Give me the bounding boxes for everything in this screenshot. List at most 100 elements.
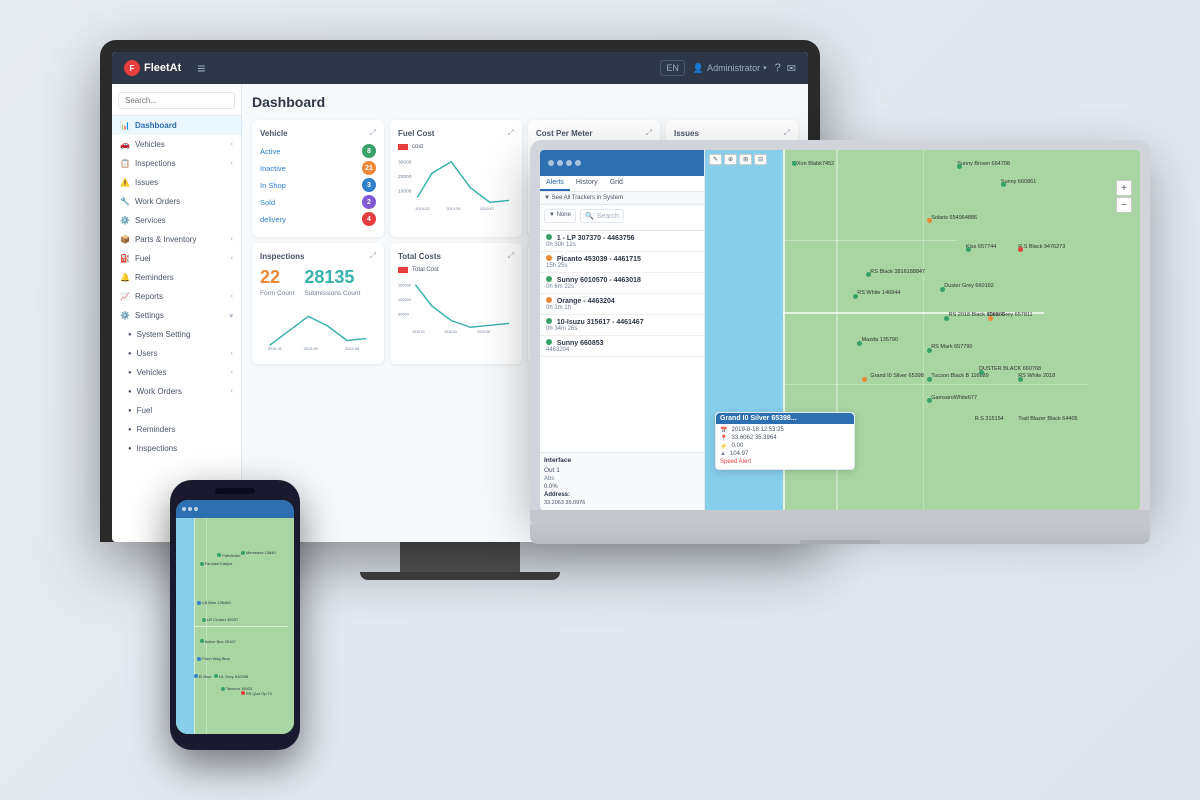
hamburger-icon[interactable]: ≡ bbox=[197, 60, 205, 76]
city-label-9: Duster Grey 660192 bbox=[944, 283, 994, 289]
arrow-icon: ‹ bbox=[231, 293, 233, 300]
popup-speed-label: ⚡ bbox=[720, 443, 727, 450]
sidebar-item-vehicles[interactable]: 🚗 Vehicles ‹ bbox=[112, 135, 241, 154]
phone-marker-label: LR Cruiser 35257 bbox=[207, 617, 238, 622]
tracker-item[interactable]: Sunny 6010570 - 4463018 0h 6m 22s bbox=[540, 273, 704, 294]
sidebar-item-dashboard[interactable]: 📊 Dashboard bbox=[112, 116, 241, 135]
city-label-3: Sunny 660861 bbox=[1001, 179, 1036, 185]
help-icon[interactable]: ? bbox=[775, 62, 781, 75]
sidebar-item-inspections[interactable]: 📋 Inspections ‹ bbox=[112, 154, 241, 173]
user-menu[interactable]: 👤 Administrator ▾ bbox=[693, 63, 767, 74]
tool-btn-1[interactable]: ✎ bbox=[709, 154, 722, 165]
header-dot bbox=[575, 160, 581, 166]
expand-icon[interactable]: ⤢ bbox=[508, 128, 514, 138]
form-count-label: Form Count bbox=[260, 290, 294, 297]
expand-icon[interactable]: ⤢ bbox=[784, 128, 790, 138]
tracker-info: 0h 1m 1h bbox=[546, 305, 698, 311]
detail-value: 0.0% bbox=[544, 484, 700, 490]
sidebar-item-reports[interactable]: 📈 Reports ‹ bbox=[112, 287, 241, 306]
fuel-legend: cost bbox=[398, 144, 514, 150]
sidebar-label: Inspections bbox=[137, 444, 177, 453]
phone-marker-label: Farm Wag Blue bbox=[202, 656, 230, 661]
arrow-icon: ‹ bbox=[231, 141, 233, 148]
tab-history[interactable]: History bbox=[570, 176, 604, 191]
reports-icon: 📈 bbox=[120, 292, 130, 301]
laptop: Alerts History Grid ▼ See All Trackers i… bbox=[530, 140, 1150, 600]
tab-grid[interactable]: Grid bbox=[604, 176, 629, 191]
sidebar-item-users[interactable]: ● Users ‹ bbox=[112, 344, 241, 363]
sidebar-item-workorders2[interactable]: ● Work Orders ‹ bbox=[112, 382, 241, 401]
sidebar-item-fuel[interactable]: ⛽ Fuel ‹ bbox=[112, 249, 241, 268]
phone-dot bbox=[182, 507, 186, 511]
fuel2-icon: ● bbox=[128, 408, 132, 414]
city-label-2: Sunny Brown 664708 bbox=[957, 161, 1010, 167]
zoom-out-btn[interactable]: − bbox=[1116, 197, 1132, 213]
tab-alerts[interactable]: Alerts bbox=[540, 176, 570, 191]
none-filter[interactable]: ▼ None bbox=[544, 209, 576, 223]
issues-title: Issues bbox=[674, 129, 699, 138]
mail-icon[interactable]: ✉ bbox=[787, 62, 796, 75]
city-label-6: R.S Black 9476273 bbox=[1018, 244, 1065, 250]
tracker-item[interactable]: Sunny 660853 4463204 bbox=[540, 336, 704, 357]
tracker-info: 15h 25s bbox=[546, 263, 698, 269]
tool-btn-3[interactable]: ⊞ bbox=[739, 154, 752, 165]
map-app: Alerts History Grid ▼ See All Trackers i… bbox=[540, 150, 1140, 510]
map-info-popup: Grand I0 Silver 65398... 📅 2019-8-18 12:… bbox=[715, 412, 855, 470]
map-sidebar: Alerts History Grid ▼ See All Trackers i… bbox=[540, 150, 705, 510]
tracker-item[interactable]: Orange - 4463204 0h 1m 1h bbox=[540, 294, 704, 315]
workorders2-icon: ● bbox=[128, 389, 132, 395]
inspections-card-title: Inspections bbox=[260, 252, 304, 261]
sidebar-item-reminders2[interactable]: ● Reminders bbox=[112, 420, 241, 439]
submissions-label: Submissions Count bbox=[304, 290, 360, 297]
sidebar-item-parts[interactable]: 📦 Parts & Inventory ‹ bbox=[112, 230, 241, 249]
header-dot bbox=[548, 160, 554, 166]
tool-btn-4[interactable]: ⊟ bbox=[754, 154, 767, 165]
sidebar-item-issues[interactable]: ⚠️ Issues bbox=[112, 173, 241, 192]
sidebar-item-settings[interactable]: ⚙️ Settings ▾ bbox=[112, 306, 241, 325]
arrow-icon: ‹ bbox=[231, 255, 233, 262]
expand-icon[interactable]: ⤢ bbox=[370, 251, 376, 261]
tracker-selector[interactable]: ▼ See All Trackers in System bbox=[540, 192, 704, 205]
inspections-stats: 22 Form Count 28135 Submissions Count bbox=[260, 267, 376, 297]
expand-icon[interactable]: ⤢ bbox=[508, 251, 514, 261]
tool-btn-2[interactable]: ⊕ bbox=[724, 154, 737, 165]
road-h3 bbox=[783, 384, 1088, 385]
road-h2 bbox=[783, 240, 957, 241]
sidebar-item-inspections2[interactable]: ● Inspections bbox=[112, 439, 241, 458]
sidebar-item-services[interactable]: ⚙️ Services bbox=[112, 211, 241, 230]
tracker-info: 0h 30h 12s bbox=[546, 242, 698, 248]
sidebar-item-workorders[interactable]: 🔧 Work Orders bbox=[112, 192, 241, 211]
map-header-dots bbox=[548, 160, 581, 166]
search-box[interactable]: 🔍 Search bbox=[580, 209, 624, 223]
vehicle-card: Vehicle ⤢ Active 8 Inactive bbox=[252, 120, 384, 237]
map-background: XiXon Blabk7452 Sunny Brown 664708 Sunny… bbox=[705, 150, 1140, 510]
search-input[interactable] bbox=[118, 92, 235, 109]
inactive-count: 21 bbox=[362, 161, 376, 175]
sidebar-item-system[interactable]: ● System Setting bbox=[112, 325, 241, 344]
expand-icon[interactable]: ⤢ bbox=[370, 128, 376, 138]
expand-icon[interactable]: ⤢ bbox=[646, 128, 652, 138]
svg-text:2019-05: 2019-05 bbox=[304, 347, 318, 351]
lang-selector[interactable]: EN bbox=[660, 60, 685, 76]
zoom-in-btn[interactable]: + bbox=[1116, 180, 1132, 196]
vehicle-stat-active: Active 8 bbox=[260, 144, 376, 158]
svg-text:150000: 150000 bbox=[398, 284, 411, 288]
arrow-icon: ‹ bbox=[231, 388, 233, 395]
tracker-item[interactable]: Picanto 453039 - 4461715 15h 25s bbox=[540, 252, 704, 273]
sidebar-item-reminders[interactable]: 🔔 Reminders bbox=[112, 268, 241, 287]
tracker-item[interactable]: 10-Isuzu 315617 - 4461467 0h 34m 26s bbox=[540, 315, 704, 336]
fuel-cost-card: Fuel Cost ⤢ cost 30000 20000 bbox=[390, 120, 522, 237]
tracker-item[interactable]: 1 - LP 307370 - 4463756 0h 30h 12s bbox=[540, 231, 704, 252]
users-icon: ● bbox=[128, 351, 132, 357]
marker-16 bbox=[927, 398, 932, 403]
page-title: Dashboard bbox=[252, 94, 798, 110]
tracker-info: 0h 34m 26s bbox=[546, 326, 698, 332]
city-label-11: Civic Grey 657811 bbox=[988, 312, 1033, 318]
fuel-cost-chart: 30000 20000 10000 2019-02 2019-05 2019-0… bbox=[398, 153, 514, 213]
fuel-icon: ⛽ bbox=[120, 254, 130, 263]
sidebar-item-fuel2[interactable]: ● Fuel bbox=[112, 401, 241, 420]
vehicles-icon: 🚗 bbox=[120, 140, 130, 149]
arrow-icon: ▾ bbox=[229, 312, 233, 320]
sidebar-item-vehicles2[interactable]: ● Vehicles ‹ bbox=[112, 363, 241, 382]
inspections2-icon: ● bbox=[128, 446, 132, 452]
